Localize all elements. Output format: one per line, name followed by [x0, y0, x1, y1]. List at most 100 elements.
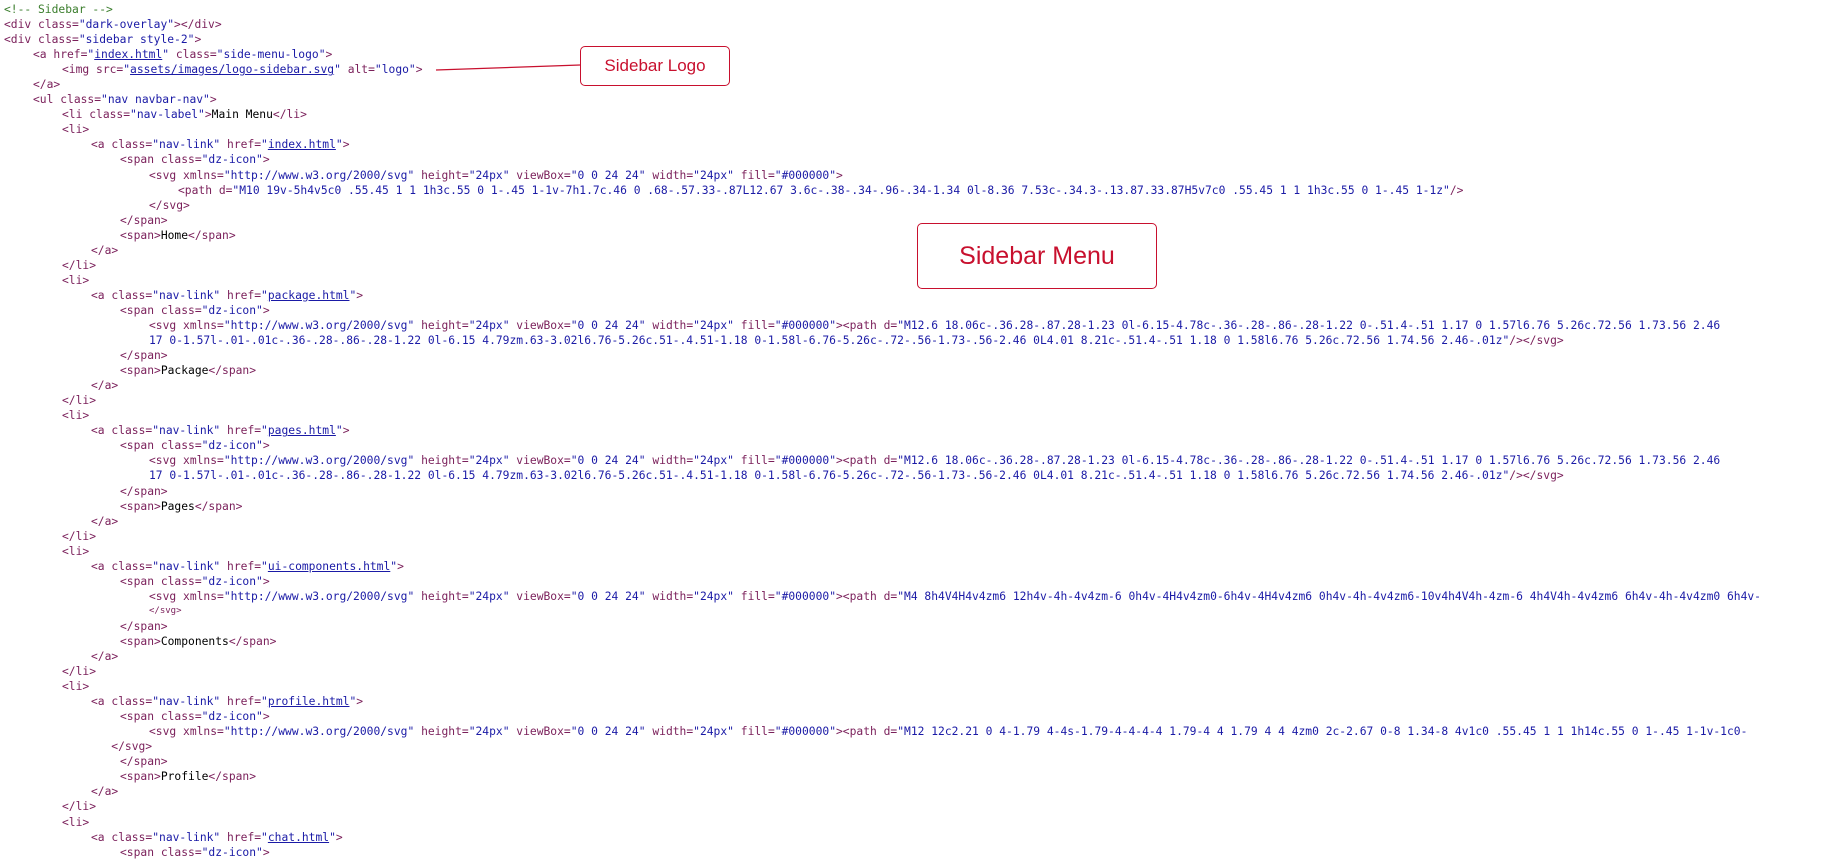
code-token: >: [204, 108, 212, 122]
code-token: "24px": [693, 454, 734, 468]
code-token: "dark-overlay": [78, 18, 175, 32]
code-line: <a class="nav-link" href="index.html">: [4, 137, 1761, 152]
code-token: href=: [220, 830, 262, 844]
code-token: </span>: [228, 634, 277, 648]
code-token: >: [397, 559, 404, 573]
code-token: </a>: [91, 785, 119, 799]
code-token: </li>: [62, 529, 97, 543]
code-token: 17 0-1.57l-.01-.01c-.36-.28-.86-.28-1.22…: [149, 334, 1510, 348]
code-line: </a>: [4, 514, 1761, 529]
code-token: width=: [645, 589, 694, 603]
code-token: "M10 19v-5h4v5c0 .55.45 1 1 1h3c.55 0 1-…: [232, 183, 1450, 197]
code-token: <span: [120, 710, 161, 724]
code-token: "dz-icon": [201, 303, 263, 317]
code-link[interactable]: index.html: [94, 48, 162, 61]
code-line: <!-- Sidebar -->: [4, 2, 1761, 17]
sidebar-logo-callout-label: Sidebar Logo: [604, 56, 706, 75]
code-token: viewBox=: [509, 318, 571, 332]
code-token: "24px": [468, 454, 510, 468]
code-token: width=: [645, 168, 694, 182]
code-line: <span>Package</span>: [4, 363, 1761, 378]
code-token: <a: [33, 48, 54, 62]
code-token: <span>: [120, 228, 161, 242]
code-token: class=: [160, 845, 202, 859]
code-token: >: [836, 168, 843, 182]
code-line: <span>Components</span>: [4, 634, 1761, 649]
code-token: class=: [160, 710, 202, 724]
code-token: "#000000": [774, 454, 836, 468]
code-token: <a: [91, 830, 112, 844]
code-link[interactable]: profile.html: [268, 695, 350, 708]
code-token: "0 0 24 24": [570, 589, 646, 603]
code-token: <span: [120, 153, 161, 167]
code-token: class=: [111, 424, 153, 438]
code-token: "24px": [468, 589, 510, 603]
code-line: </span>: [4, 754, 1761, 769]
code-token: ": [335, 424, 343, 438]
code-line: </a>: [4, 649, 1761, 664]
code-token: /></svg>: [1509, 469, 1564, 483]
code-line: <svg xmlns="http://www.w3.org/2000/svg" …: [4, 318, 1761, 333]
code-token: fill=: [733, 318, 775, 332]
code-line: </svg>: [4, 739, 1761, 754]
code-token: "sidebar style-2": [78, 33, 195, 47]
code-token: d=: [883, 318, 898, 332]
source-code-view: <!-- Sidebar --> <div class="dark-overlay…: [4, 2, 1761, 860]
code-link[interactable]: pages.html: [268, 424, 336, 437]
code-token: "dz-icon": [201, 439, 263, 453]
code-token: "#000000": [774, 725, 836, 739]
code-link[interactable]: chat.html: [268, 831, 329, 844]
code-token: >: [342, 138, 350, 152]
code-token: <svg: [149, 168, 184, 182]
code-line: <img src= "assets/images/logo-sidebar.svg…: [4, 62, 1761, 77]
sidebar-menu-callout-label: Sidebar Menu: [959, 241, 1115, 270]
code-token: <span: [120, 574, 161, 588]
code-token: d=: [883, 454, 898, 468]
code-token: "dz-icon": [201, 574, 263, 588]
code-token: alt=: [340, 63, 375, 77]
code-token: <li>: [62, 273, 90, 287]
code-token: ></div>: [174, 18, 222, 32]
code-token: height=: [414, 589, 469, 603]
code-token: Package: [160, 364, 209, 378]
code-token: class=: [169, 48, 217, 62]
code-token: "dz-icon": [201, 710, 263, 724]
code-token: class=: [111, 695, 153, 709]
code-token: "24px": [468, 725, 510, 739]
code-token: <a: [91, 138, 112, 152]
code-token: >: [194, 33, 202, 47]
code-token: <li>: [62, 123, 90, 137]
code-token: ": [335, 138, 343, 152]
code-token: "M12.6 18.06c-.36.28-.87.28-1.23 0l-6.15…: [897, 318, 1721, 332]
code-token: >: [262, 153, 270, 167]
code-token: src=: [96, 63, 124, 77]
code-token: ": [261, 138, 268, 152]
code-line: <span>Pages</span>: [4, 499, 1761, 514]
code-token: class=: [89, 108, 131, 122]
code-token: href=: [220, 138, 262, 152]
code-line: <li>: [4, 122, 1761, 137]
code-token: >: [335, 830, 343, 844]
code-line: </a>: [4, 77, 1761, 92]
code-token: "nav-link": [152, 288, 221, 302]
code-token: "0 0 24 24": [570, 168, 646, 182]
code-token: href=: [53, 48, 88, 62]
code-token: </a>: [91, 650, 119, 664]
code-line: </a>: [4, 378, 1761, 393]
code-link[interactable]: package.html: [268, 289, 350, 302]
code-link[interactable]: assets/images/logo-sidebar.svg: [130, 63, 334, 76]
code-token: d=: [883, 725, 898, 739]
code-link[interactable]: ui-components.html: [268, 560, 390, 573]
code-token: "M12 12c2.21 0 4-1.79 4-4s-1.79-4-4-4-4 …: [897, 725, 1748, 739]
code-token: </span>: [208, 364, 257, 378]
code-token: class=: [38, 33, 79, 47]
code-token: class=: [111, 559, 153, 573]
code-token: 17 0-1.57l-.01-.01c-.36-.28-.86-.28-1.22…: [149, 469, 1510, 483]
code-token: ": [329, 830, 336, 844]
code-line: <li>: [4, 544, 1761, 559]
code-link[interactable]: index.html: [268, 138, 336, 151]
code-token: </svg>: [149, 605, 182, 616]
code-token: </span>: [120, 755, 168, 769]
code-line: <li class="nav-label">Main Menu</li>: [4, 107, 1761, 122]
code-token: </span>: [120, 484, 168, 498]
